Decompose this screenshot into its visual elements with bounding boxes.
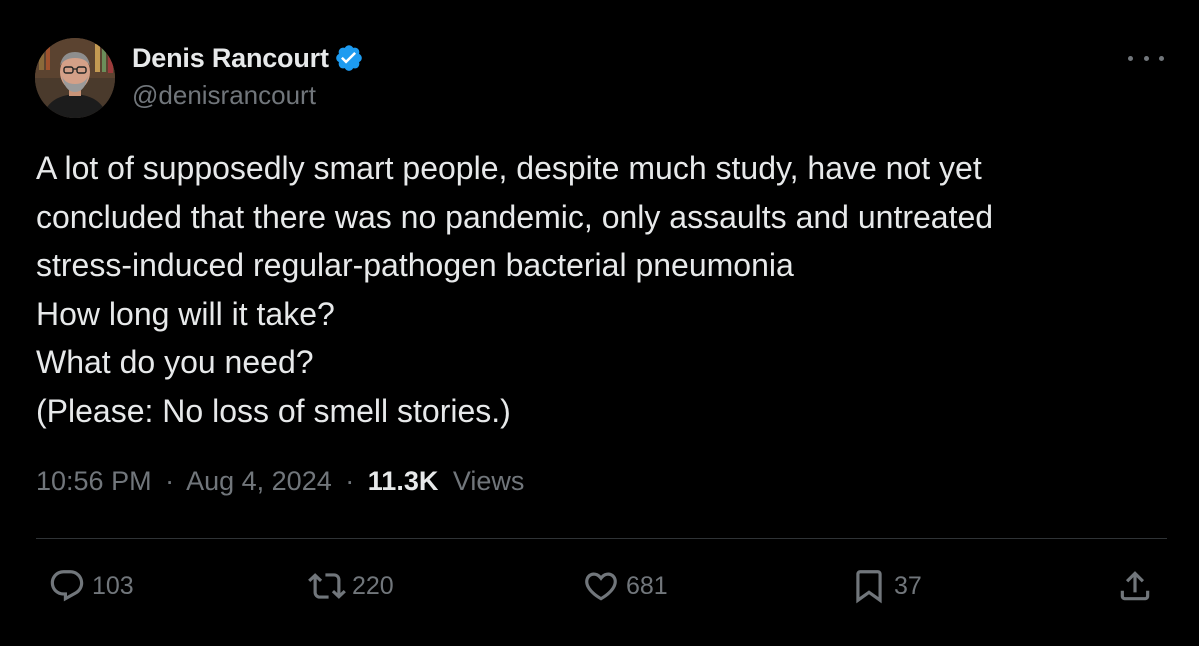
meta-separator: · — [345, 466, 355, 496]
divider — [36, 538, 1167, 539]
tweet-text-line: concluded that there was no pandemic, on… — [36, 198, 994, 235]
reply-count: 103 — [92, 571, 134, 600]
bookmark-icon — [856, 570, 882, 604]
like-button[interactable]: 681 — [582, 566, 668, 606]
like-count: 681 — [626, 571, 668, 600]
more-dot — [1128, 55, 1133, 61]
views-label: Views — [452, 466, 525, 496]
share-button[interactable] — [1116, 566, 1154, 606]
tweet-time[interactable]: 10:56 PM — [36, 466, 152, 496]
repost-button[interactable]: 220 — [308, 566, 394, 606]
bookmark-button[interactable]: 37 — [850, 566, 922, 606]
avatar-image — [35, 38, 115, 118]
meta-separator: · — [165, 466, 175, 496]
repost-icon — [308, 573, 346, 599]
tweet-text-line: A lot of supposedly smart people, despit… — [36, 150, 982, 186]
heart-icon — [585, 572, 617, 601]
tweet-text-line: (Please: No loss of smell stories.) — [36, 392, 511, 429]
repost-count: 220 — [352, 571, 394, 600]
tweet-text: A lot of supposedly smart people, despit… — [36, 144, 1156, 435]
author-display-name[interactable]: Denis Rancourt — [132, 43, 329, 74]
reply-icon — [50, 570, 84, 602]
more-options-icon[interactable] — [1128, 46, 1164, 70]
more-dot — [1159, 55, 1164, 61]
tweet-metadata: 10:56 PM · Aug 4, 2024 · 11.3K Views — [36, 466, 524, 497]
tweet-text-line: What do you need? — [36, 344, 314, 380]
avatar[interactable] — [35, 38, 115, 118]
verified-badge-icon[interactable] — [334, 43, 364, 73]
author-row: Denis Rancourt — [132, 40, 364, 76]
tweet-card: Denis Rancourt @denisrancourt A lot of s… — [0, 0, 1199, 646]
reply-button[interactable]: 103 — [48, 566, 134, 606]
tweet-text-line: How long will it take? — [36, 295, 335, 332]
more-dot — [1143, 55, 1149, 61]
views-count: 11.3K — [367, 466, 439, 496]
author-handle[interactable]: @denisrancourt — [132, 80, 316, 111]
bookmark-count: 37 — [894, 571, 922, 600]
tweet-date[interactable]: Aug 4, 2024 — [186, 466, 332, 496]
tweet-text-line: stress-induced regular-pathogen bacteria… — [36, 247, 794, 283]
share-icon — [1120, 571, 1150, 601]
